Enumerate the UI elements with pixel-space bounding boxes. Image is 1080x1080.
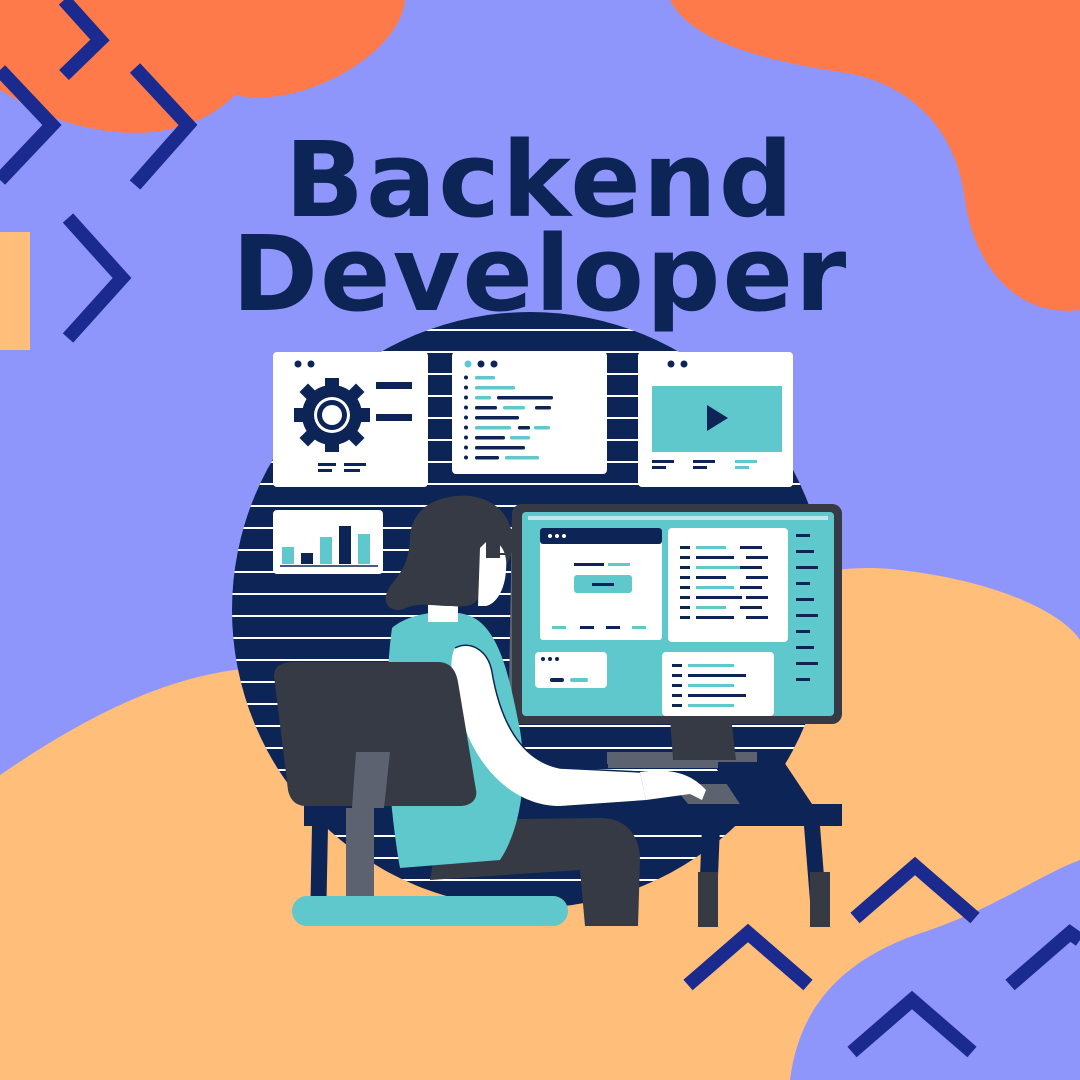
code-card	[452, 352, 607, 474]
chart-bar	[339, 526, 351, 564]
chart-bar	[358, 534, 370, 564]
chart-bar	[320, 537, 332, 564]
page-title-line-2: Developer	[231, 213, 849, 335]
poster: Backend Developer	[0, 0, 1080, 1080]
chart-bar	[282, 547, 294, 564]
gear-icon	[294, 378, 370, 452]
chart-bar	[301, 553, 313, 564]
settings-card	[273, 352, 428, 487]
orange-blob-top-left	[0, 0, 405, 133]
chart-card	[273, 510, 383, 574]
video-card	[638, 352, 793, 487]
